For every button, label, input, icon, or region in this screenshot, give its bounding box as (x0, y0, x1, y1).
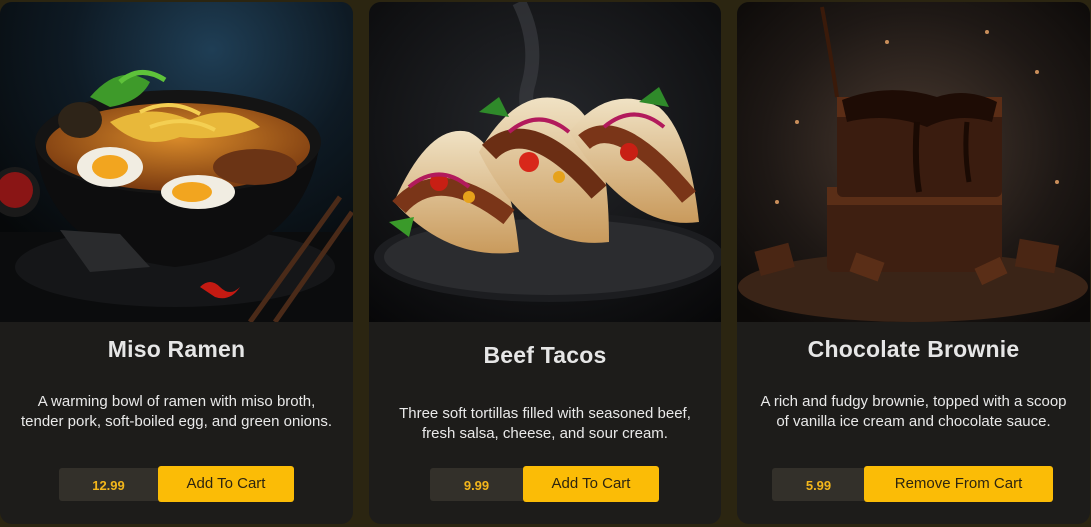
product-card-miso-ramen: Miso Ramen A warming bowl of ramen with … (0, 2, 353, 524)
product-description: Three soft tortillas filled with seasone… (399, 405, 691, 442)
product-card-chocolate-brownie: Chocolate Brownie A rich and fudgy brown… (737, 2, 1090, 524)
product-card-beef-tacos: Beef Tacos Three soft tortillas filled w… (369, 2, 721, 524)
beef-tacos-image (369, 2, 721, 322)
miso-ramen-image (0, 2, 353, 322)
product-title: Chocolate Brownie (807, 336, 1020, 362)
product-title: Miso Ramen (107, 336, 246, 362)
product-description: A warming bowl of ramen with miso broth,… (20, 393, 333, 430)
product-price: 5.99 (772, 468, 865, 501)
product-price: 12.99 (59, 468, 158, 501)
chocolate-brownie-image (737, 2, 1090, 322)
product-title: Beef Tacos (483, 342, 607, 368)
add-to-cart-button[interactable]: Add To Cart (158, 466, 294, 502)
product-description: A rich and fudgy brownie, topped with a … (760, 393, 1067, 430)
product-price: 9.99 (430, 468, 523, 501)
add-to-cart-button[interactable]: Add To Cart (523, 466, 659, 502)
remove-from-cart-button[interactable]: Remove From Cart (864, 466, 1053, 502)
